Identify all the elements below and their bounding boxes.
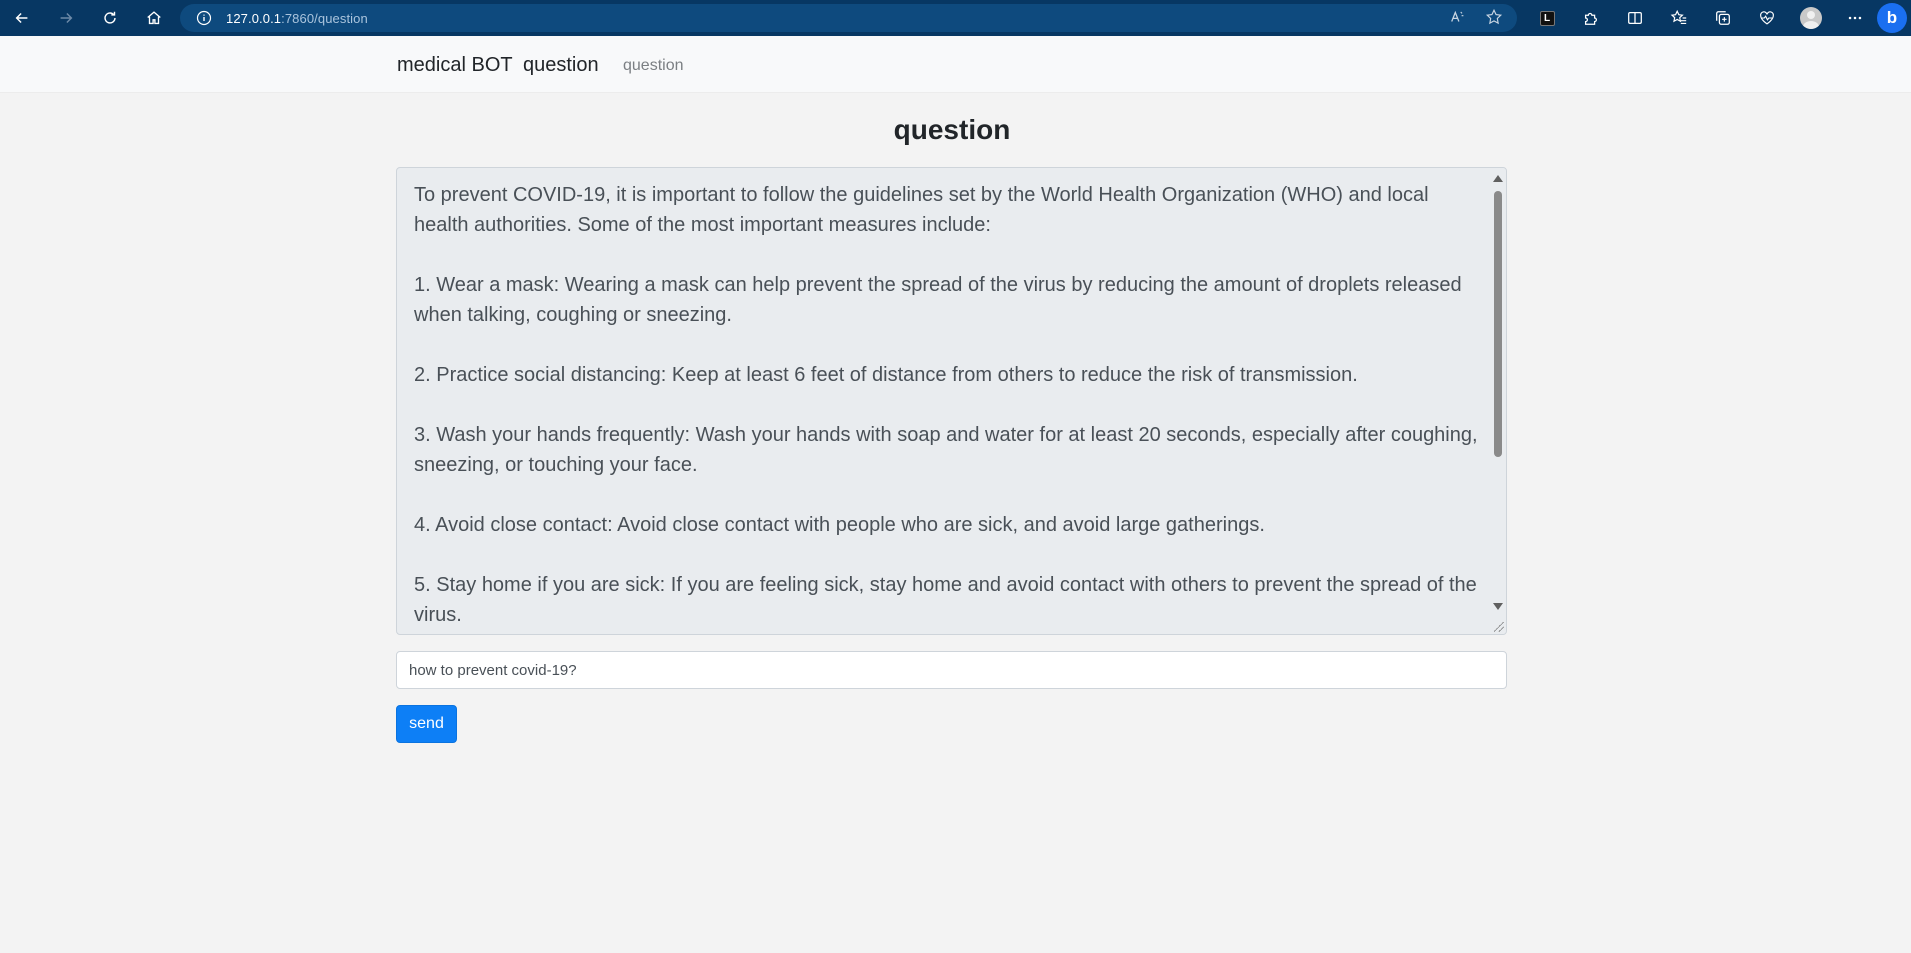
url-host: 127.0.0.1 — [226, 10, 282, 26]
extension-l-button[interactable]: L — [1525, 0, 1569, 36]
send-button[interactable]: send — [396, 705, 457, 743]
home-icon — [147, 11, 161, 25]
question-input[interactable] — [396, 651, 1507, 689]
forward-button[interactable] — [44, 0, 88, 36]
page-title: question — [893, 114, 1011, 145]
url-path: :7860/question — [281, 10, 368, 26]
answer-text: To prevent COVID-19, it is important to … — [414, 184, 1478, 626]
puzzle-icon — [1584, 12, 1598, 25]
back-button[interactable] — [0, 0, 44, 36]
navbar-brand[interactable]: medical BOT — [397, 54, 513, 77]
refresh-button[interactable] — [88, 0, 132, 36]
home-button[interactable] — [132, 0, 176, 36]
split-screen-button[interactable] — [1613, 0, 1657, 36]
browser-essentials-button[interactable] — [1745, 0, 1789, 36]
nav-link-question[interactable]: question — [523, 54, 599, 77]
nav-link-question-secondary[interactable]: question — [623, 57, 684, 75]
collections-icon — [1716, 11, 1730, 25]
more-dots-icon — [1848, 16, 1862, 20]
profile-button[interactable] — [1789, 0, 1833, 36]
browser-toolbar: 127.0.0.1:7860/question L b — [0, 0, 1911, 36]
read-aloud-icon[interactable] — [1449, 8, 1467, 26]
extensions-button[interactable] — [1569, 0, 1613, 36]
extension-l-icon: L — [1539, 10, 1555, 26]
scroll-down-arrow-icon[interactable] — [1493, 603, 1503, 610]
favorites-button[interactable] — [1657, 0, 1701, 36]
favorite-star-icon[interactable] — [1485, 8, 1503, 26]
answer-textarea[interactable]: To prevent COVID-19, it is important to … — [396, 167, 1507, 635]
more-menu-button[interactable] — [1833, 0, 1877, 36]
address-bar[interactable]: 127.0.0.1:7860/question — [180, 4, 1517, 32]
bing-logo-icon: b — [1886, 8, 1898, 27]
favorites-list-icon — [1670, 9, 1687, 24]
heart-pulse-icon — [1760, 11, 1774, 25]
site-info-icon[interactable] — [196, 10, 212, 26]
collections-button[interactable] — [1701, 0, 1745, 36]
avatar — [1800, 7, 1822, 29]
scroll-thumb[interactable] — [1494, 191, 1502, 457]
forward-arrow-icon — [60, 12, 73, 24]
split-screen-icon — [1628, 11, 1642, 25]
browser-toolbar-right: L b — [1525, 0, 1911, 36]
answer-scrollbar[interactable] — [1490, 168, 1506, 634]
app-navbar: medical BOT question question — [0, 36, 1911, 93]
refresh-icon — [104, 11, 116, 24]
scroll-up-arrow-icon[interactable] — [1493, 175, 1503, 182]
url-text[interactable]: 127.0.0.1:7860/question — [226, 11, 368, 26]
back-arrow-icon — [15, 12, 28, 24]
resize-handle-icon[interactable] — [1494, 622, 1504, 632]
bing-copilot-button[interactable]: b — [1877, 3, 1907, 33]
